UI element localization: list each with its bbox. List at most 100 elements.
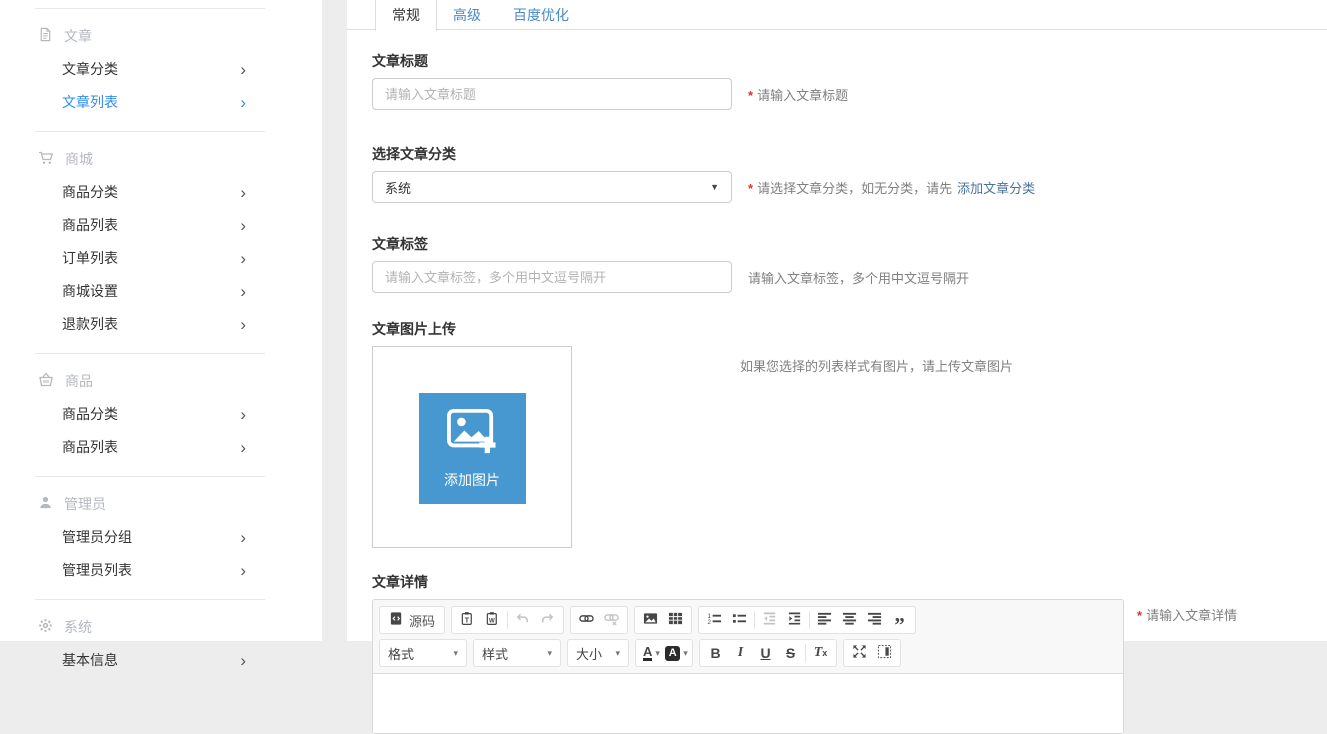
form-group-category: 选择文章分类 系统 ▼ *请选择文章分类，如无分类，请先添加文章分类 <box>372 144 1327 203</box>
caret-down-icon: ▾ <box>655 648 660 659</box>
editor-content-area[interactable] <box>373 673 1123 733</box>
sidebar-item-refund-list[interactable]: 退款列表 › <box>0 308 322 341</box>
align-right-icon <box>867 611 882 629</box>
dropdown-arrow-icon: ▼ <box>710 182 719 192</box>
detail-label: 文章详情 <box>372 572 1327 592</box>
sidebar-divider <box>35 353 265 354</box>
tab-advanced[interactable]: 高级 <box>437 0 497 30</box>
paste-text-icon: T <box>460 611 475 629</box>
size-select[interactable]: 大小 ▾ <box>567 639 629 667</box>
align-left-button[interactable] <box>812 608 837 632</box>
outdent-button[interactable] <box>757 608 782 632</box>
add-category-link[interactable]: 添加文章分类 <box>957 181 1035 196</box>
sidebar-header-article[interactable]: 文章 <box>38 21 322 51</box>
tags-input[interactable] <box>372 261 732 293</box>
strikethrough-button[interactable]: S <box>778 641 803 665</box>
article-form: 文章标题 *请输入文章标题 选择文章分类 系统 ▼ *请选择文章分类，如无分类，… <box>347 51 1327 734</box>
remove-format-icon: T <box>814 645 823 661</box>
ordered-list-button[interactable]: 12 <box>702 608 727 632</box>
redo-button[interactable] <box>535 608 560 632</box>
chevron-right-icon: › <box>240 431 246 464</box>
chevron-right-icon: › <box>240 554 246 587</box>
remove-format-button[interactable]: Tx <box>808 641 833 665</box>
sidebar-item-goods-list[interactable]: 商品列表 › <box>0 209 322 242</box>
tab-seo[interactable]: 百度优化 <box>497 0 585 30</box>
paste-text-button[interactable]: T <box>455 608 480 632</box>
style-select[interactable]: 样式 ▾ <box>473 639 561 667</box>
insert-table-button[interactable] <box>663 608 688 632</box>
sidebar-item-admin-list[interactable]: 管理员列表 › <box>0 554 322 587</box>
sidebar-header-label: 系统 <box>64 617 92 637</box>
sidebar-header-label: 商品 <box>65 371 93 391</box>
sidebar-section-admin: 管理员 管理员分组 › 管理员列表 › <box>0 489 322 587</box>
required-asterisk: * <box>748 88 753 103</box>
chevron-right-icon: › <box>240 398 246 431</box>
align-right-button[interactable] <box>862 608 887 632</box>
outdent-icon <box>762 611 777 629</box>
toolbar-separator <box>507 611 508 629</box>
show-blocks-button[interactable] <box>872 641 897 665</box>
toolbar-group-links <box>570 606 628 634</box>
sidebar-header-goods[interactable]: 商品 <box>38 366 322 396</box>
sidebar-item-goods-category-2[interactable]: 商品分类 › <box>0 398 322 431</box>
show-blocks-icon <box>877 644 892 662</box>
category-select[interactable]: 系统 ▼ <box>372 171 732 203</box>
sidebar-header-system[interactable]: 系统 <box>38 612 322 642</box>
toolbar-group-insert <box>634 606 692 634</box>
image-label: 文章图片上传 <box>372 319 1327 339</box>
align-center-button[interactable] <box>837 608 862 632</box>
svg-text:T: T <box>465 617 470 624</box>
category-select-value: 系统 <box>385 178 411 197</box>
sidebar-item-basic-info[interactable]: 基本信息 › <box>0 644 322 677</box>
sidebar-item-goods-category[interactable]: 商品分类 › <box>0 176 322 209</box>
title-input[interactable] <box>372 78 732 110</box>
blockquote-button[interactable]: ” <box>887 608 912 632</box>
toolbar-separator <box>805 644 806 662</box>
add-image-button[interactable]: 添加图片 <box>419 393 526 504</box>
indent-button[interactable] <box>782 608 807 632</box>
sidebar: 文章 文章分类 › 文章列表 › 商城 商品分类 › 商品列表 › 订单列表 › <box>0 0 322 641</box>
insert-image-button[interactable] <box>638 608 663 632</box>
sidebar-header-admin[interactable]: 管理员 <box>38 489 322 519</box>
sidebar-header-label: 商城 <box>65 149 93 169</box>
link-button[interactable] <box>574 608 599 632</box>
sidebar-item-goods-list-2[interactable]: 商品列表 › <box>0 431 322 464</box>
link-icon <box>579 611 594 629</box>
sidebar-item-article-list[interactable]: 文章列表 › <box>0 86 322 119</box>
bold-button[interactable]: B <box>703 641 728 665</box>
rich-text-editor: 源码 T W <box>372 599 1124 734</box>
unordered-list-button[interactable] <box>727 608 752 632</box>
sidebar-header-mall[interactable]: 商城 <box>38 144 322 174</box>
tab-general[interactable]: 常规 <box>375 0 437 31</box>
paste-word-icon: W <box>485 611 500 629</box>
title-label: 文章标题 <box>372 51 1327 71</box>
sidebar-section-article: 文章 文章分类 › 文章列表 › <box>0 21 322 119</box>
blockquote-icon: ” <box>894 612 905 629</box>
sidebar-item-order-list[interactable]: 订单列表 › <box>0 242 322 275</box>
format-select[interactable]: 格式 ▾ <box>379 639 467 667</box>
align-left-icon <box>817 611 832 629</box>
caret-down-icon: ▾ <box>453 648 458 659</box>
redo-icon <box>540 611 555 629</box>
paste-word-button[interactable]: W <box>480 608 505 632</box>
form-group-tags: 文章标签 请输入文章标签，多个用中文逗号隔开 <box>372 234 1327 293</box>
unlink-icon <box>604 611 619 629</box>
sidebar-item-admin-group[interactable]: 管理员分组 › <box>0 521 322 554</box>
cart-icon <box>38 150 54 169</box>
caret-down-icon: ▾ <box>683 648 688 659</box>
undo-button[interactable] <box>510 608 535 632</box>
detail-hint: *请输入文章详情 <box>1137 599 1237 624</box>
sidebar-item-mall-settings[interactable]: 商城设置 › <box>0 275 322 308</box>
basket-icon <box>38 372 54 391</box>
bg-color-button[interactable]: A ▾ <box>664 641 689 665</box>
indent-icon <box>787 611 802 629</box>
bold-icon: B <box>710 645 720 661</box>
toolbar-group-paragraph: 12 <box>698 606 916 634</box>
text-color-button[interactable]: A ▾ <box>639 641 664 665</box>
maximize-button[interactable] <box>847 641 872 665</box>
unlink-button[interactable] <box>599 608 624 632</box>
sidebar-item-article-category[interactable]: 文章分类 › <box>0 53 322 86</box>
italic-button[interactable]: I <box>728 641 753 665</box>
underline-button[interactable]: U <box>753 641 778 665</box>
source-button[interactable]: 源码 <box>383 608 441 632</box>
